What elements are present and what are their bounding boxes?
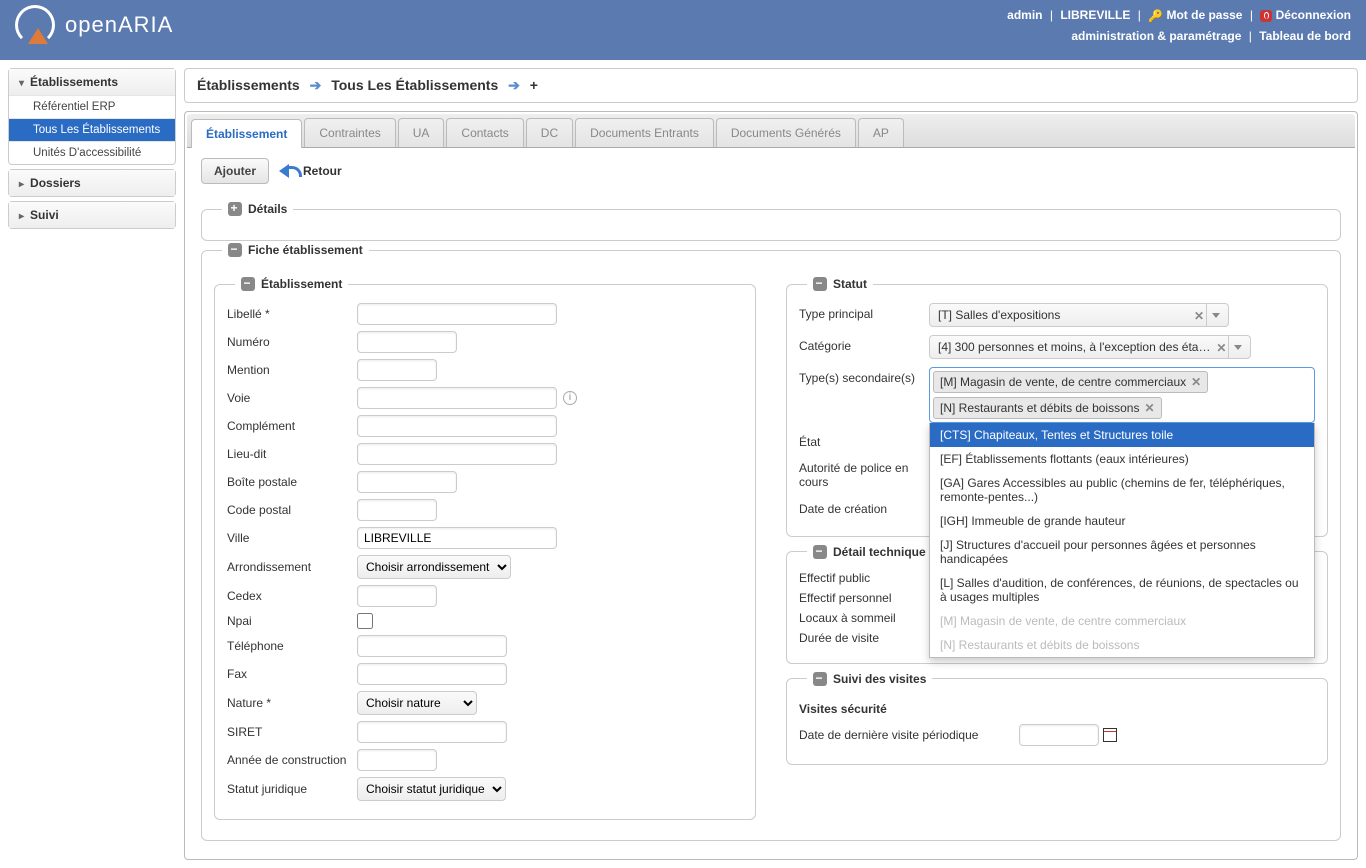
dropdown-option[interactable]: [CTS] Chapiteaux, Tentes et Structures t…	[930, 423, 1314, 447]
minus-icon	[241, 277, 255, 291]
sidebar-item-unites[interactable]: Unités D'accessibilité	[9, 141, 175, 164]
add-button[interactable]: Ajouter	[201, 158, 269, 184]
tab-ua[interactable]: UA	[398, 118, 445, 147]
sidebar-item-referentiel[interactable]: Référentiel ERP	[9, 95, 175, 118]
password-link[interactable]: Mot de passe	[1166, 8, 1242, 22]
cp-input[interactable]	[357, 499, 437, 521]
types-secondaires-dropdown: [CTS] Chapiteaux, Tentes et Structures t…	[929, 423, 1315, 658]
dropdown-option: [M] Magasin de vente, de centre commerci…	[930, 609, 1314, 633]
ville-input[interactable]	[357, 527, 557, 549]
brand-name: openARIA	[65, 12, 173, 38]
logout-link[interactable]: Déconnexion	[1276, 8, 1351, 22]
breadcrumb-1[interactable]: Établissements	[197, 77, 300, 93]
voie-input[interactable]	[357, 387, 557, 409]
remove-tag-icon[interactable]: ✕	[1191, 375, 1201, 389]
dropdown-option[interactable]: [J] Structures d'accueil pour personnes …	[930, 533, 1314, 571]
visites-securite-label: Visites sécurité	[799, 702, 1315, 716]
breadcrumb-2[interactable]: Tous Les Établissements	[331, 77, 498, 93]
info-icon[interactable]: i	[563, 391, 577, 405]
breadcrumb: Établissements ➔ Tous Les Établissements…	[184, 68, 1358, 103]
tab-doc-generes[interactable]: Documents Générés	[716, 118, 856, 147]
date-derniere-visite-input[interactable]	[1019, 724, 1099, 746]
city-link[interactable]: LIBREVILLE	[1060, 8, 1130, 22]
fax-input[interactable]	[357, 663, 507, 685]
user-link[interactable]: admin	[1007, 8, 1042, 22]
clear-icon[interactable]: ✕	[1216, 341, 1226, 355]
power-icon	[1260, 10, 1272, 22]
sidebar: Établissements Référentiel ERP Tous Les …	[8, 68, 176, 860]
breadcrumb-3: +	[530, 77, 538, 93]
siret-input[interactable]	[357, 721, 507, 743]
tab-doc-entrants[interactable]: Documents Entrants	[575, 118, 714, 147]
types-secondaires-select[interactable]: [M] Magasin de vente, de centre commerci…	[929, 367, 1315, 423]
lieudit-input[interactable]	[357, 443, 557, 465]
logo: openARIA	[15, 5, 173, 45]
sidebar-section-etablissements[interactable]: Établissements	[9, 69, 175, 95]
app-header: openARIA admin | LIBREVILLE | 🔑 Mot de p…	[0, 0, 1366, 60]
chevron-down-icon[interactable]	[1228, 336, 1246, 358]
libelle-input[interactable]	[357, 303, 557, 325]
minus-icon	[228, 243, 242, 257]
chevron-down-icon[interactable]	[1206, 304, 1224, 326]
telephone-input[interactable]	[357, 635, 507, 657]
sidebar-section-dossiers[interactable]: Dossiers	[9, 170, 175, 196]
arrow-icon: ➔	[310, 77, 322, 93]
key-icon: 🔑	[1148, 9, 1163, 23]
categorie-select[interactable]: [4] 300 personnes et moins, à l'exceptio…	[929, 335, 1251, 359]
complement-input[interactable]	[357, 415, 557, 437]
cedex-input[interactable]	[357, 585, 437, 607]
tag-m: [M] Magasin de vente, de centre commerci…	[933, 371, 1208, 393]
numero-input[interactable]	[357, 331, 457, 353]
fieldset-etablissement[interactable]: Établissement	[235, 277, 348, 291]
logo-icon	[15, 5, 55, 45]
annee-input[interactable]	[357, 749, 437, 771]
minus-icon	[813, 277, 827, 291]
fieldset-suivi[interactable]: Suivi des visites	[807, 672, 932, 686]
tab-bar: Établissement Contraintes UA Contacts DC…	[187, 114, 1355, 148]
types-secondaires-search[interactable]	[1166, 397, 1311, 419]
tab-contraintes[interactable]: Contraintes	[304, 118, 395, 147]
npai-checkbox[interactable]	[357, 613, 373, 629]
dropdown-option[interactable]: [EF] Établissements flottants (eaux inté…	[930, 447, 1314, 471]
arrow-icon: ➔	[508, 77, 520, 93]
type-principal-select[interactable]: [T] Salles d'expositions✕	[929, 303, 1229, 327]
back-link[interactable]: Retour	[279, 163, 342, 179]
dropdown-option[interactable]: [GA] Gares Accessibles au public (chemin…	[930, 471, 1314, 509]
remove-tag-icon[interactable]: ✕	[1144, 401, 1154, 415]
tag-n: [N] Restaurants et débits de boissons✕	[933, 397, 1162, 419]
fieldset-statut[interactable]: Statut	[807, 277, 873, 291]
statut-juridique-select[interactable]: Choisir statut juridique	[357, 777, 506, 801]
tab-contacts[interactable]: Contacts	[446, 118, 523, 147]
plus-icon	[228, 202, 242, 216]
fieldset-fiche[interactable]: Fiche établissement	[222, 243, 369, 257]
tab-dc[interactable]: DC	[526, 118, 573, 147]
fieldset-detail-technique[interactable]: Détail technique	[807, 545, 932, 559]
minus-icon	[813, 545, 827, 559]
sidebar-section-suivi[interactable]: Suivi	[9, 202, 175, 228]
clear-icon[interactable]: ✕	[1194, 309, 1204, 323]
tab-etablissement[interactable]: Établissement	[191, 119, 302, 148]
tab-ap[interactable]: AP	[858, 118, 904, 147]
bp-input[interactable]	[357, 471, 457, 493]
nature-select[interactable]: Choisir nature	[357, 691, 477, 715]
dropdown-option[interactable]: [L] Salles d'audition, de conférences, d…	[930, 571, 1314, 609]
fieldset-details[interactable]: Détails	[222, 202, 293, 216]
dropdown-option[interactable]: [IGH] Immeuble de grande hauteur	[930, 509, 1314, 533]
minus-icon	[813, 672, 827, 686]
admin-link[interactable]: administration & paramétrage	[1071, 29, 1241, 43]
sidebar-item-tous[interactable]: Tous Les Établissements	[9, 118, 175, 141]
dropdown-option: [N] Restaurants et débits de boissons	[930, 633, 1314, 657]
mention-input[interactable]	[357, 359, 437, 381]
dashboard-link[interactable]: Tableau de bord	[1259, 29, 1351, 43]
arrondissement-select[interactable]: Choisir arrondissement	[357, 555, 511, 579]
back-arrow-icon	[279, 163, 299, 179]
calendar-icon[interactable]	[1103, 728, 1117, 742]
